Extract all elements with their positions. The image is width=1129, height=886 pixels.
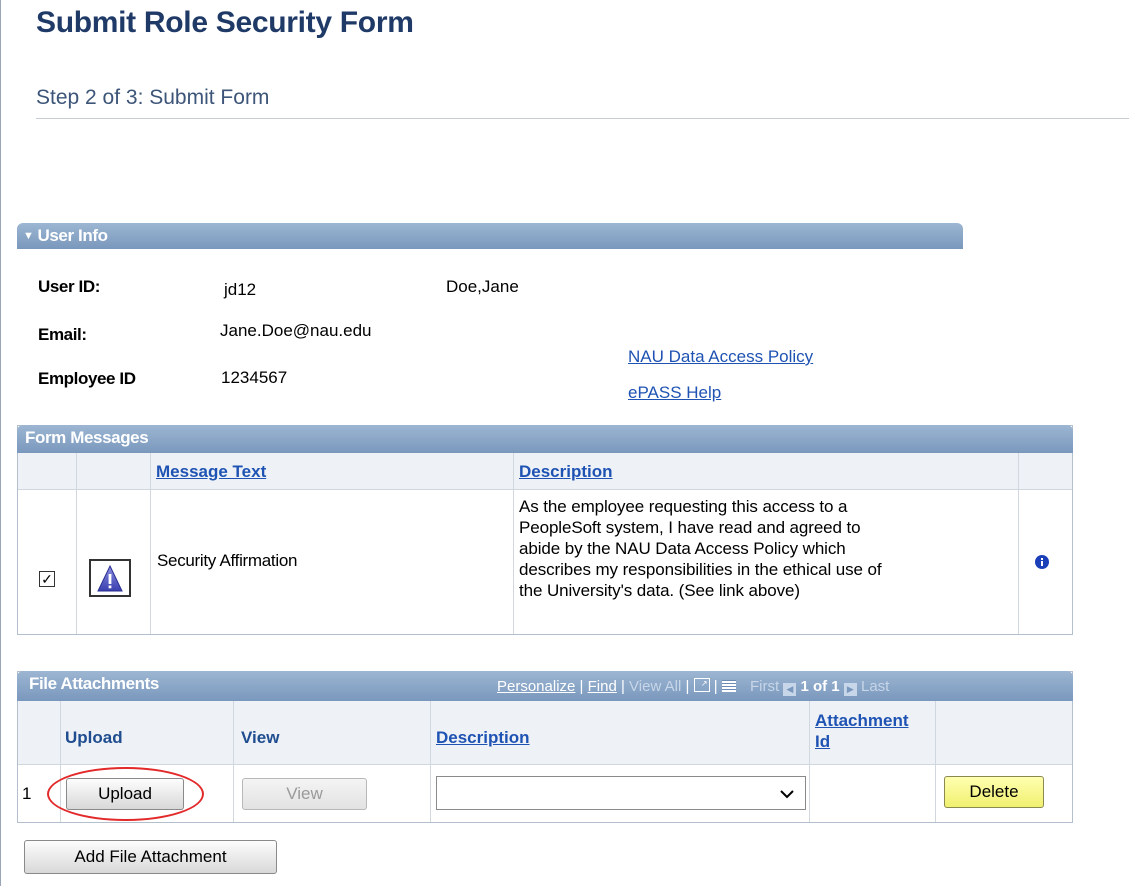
column-divider: [935, 701, 936, 822]
column-divider: [60, 701, 61, 822]
user-id-value: jd12: [224, 280, 257, 299]
column-divider: [513, 453, 514, 634]
column-divider: [150, 453, 151, 634]
zoom-grid-icon[interactable]: ↗: [693, 678, 710, 692]
previous-arrow-icon[interactable]: ◀: [783, 683, 797, 696]
epass-help-link[interactable]: ePASS Help: [628, 383, 721, 403]
personalize-link[interactable]: Personalize: [497, 678, 575, 695]
toolbar-separator: |: [616, 678, 630, 695]
column-divider: [233, 701, 234, 822]
description-column-header[interactable]: Description: [519, 462, 613, 482]
view-button[interactable]: View: [242, 778, 367, 810]
upload-button[interactable]: Upload: [66, 778, 184, 810]
column-divider: [809, 701, 810, 822]
email-value: Jane.Doe@nau.edu: [220, 321, 372, 340]
attachment-description-column-header[interactable]: Description: [436, 728, 530, 748]
step-title: Step 2 of 3: Submit Form: [36, 86, 270, 109]
message-text-column-header[interactable]: Message Text: [156, 462, 266, 482]
description-select[interactable]: [436, 776, 806, 810]
attachment-id-column-header[interactable]: Attachment: [815, 711, 909, 731]
user-info-header-label: User Info: [37, 226, 108, 245]
user-name-value: Doe,Jane: [446, 277, 519, 296]
description-line: abide by the NAU Data Access Policy whic…: [519, 539, 846, 558]
column-divider: [1018, 453, 1019, 634]
column-divider: [76, 453, 77, 634]
email-label: Email:: [38, 325, 87, 344]
page-title: Submit Role Security Form: [36, 6, 414, 39]
user-id-label: User ID:: [38, 277, 100, 296]
find-link[interactable]: Find: [588, 678, 617, 695]
collapse-triangle-icon: ▼: [23, 230, 34, 242]
description-line: PeopleSoft system, I have read and agree…: [519, 518, 861, 537]
attachments-column-row: [18, 701, 1072, 764]
page-left-border: [0, 0, 1, 886]
chevron-down-icon: [780, 790, 794, 799]
row-number: 1: [22, 784, 32, 803]
first-label[interactable]: First: [750, 678, 779, 695]
description-line: As the employee requesting this access t…: [519, 497, 848, 516]
warning-triangle-icon: [97, 564, 123, 592]
view-column-header: View: [241, 728, 280, 747]
delete-button[interactable]: Delete: [944, 776, 1044, 808]
attachment-id-column-header-line2[interactable]: Id: [815, 732, 830, 752]
file-attachments-header-label: File Attachments: [29, 674, 159, 693]
employee-id-label: Employee ID: [38, 369, 136, 388]
record-count: 1 of 1: [800, 678, 840, 695]
grid-toolbar: Personalize | Find | View All | ↗ | Firs…: [497, 678, 889, 696]
next-arrow-icon[interactable]: ▶: [843, 683, 857, 696]
last-label[interactable]: Last: [861, 678, 889, 695]
description-line: describes my responsibilities in the eth…: [519, 560, 882, 579]
row-divider: [18, 489, 1072, 490]
spreadsheet-icon[interactable]: [721, 680, 736, 692]
description-line: the University's data. (See link above): [519, 581, 800, 600]
row-divider: [18, 764, 1072, 765]
form-messages-header: Form Messages: [17, 425, 1073, 453]
data-access-policy-link[interactable]: NAU Data Access Policy: [628, 347, 813, 367]
view-all-link[interactable]: View All: [629, 678, 681, 695]
step-divider: [36, 118, 1129, 119]
info-icon[interactable]: [1035, 555, 1049, 569]
upload-column-header: Upload: [65, 728, 123, 747]
user-info-header[interactable]: ▼ User Info: [17, 223, 963, 249]
toolbar-separator: |: [575, 678, 588, 695]
column-divider: [430, 701, 431, 822]
warning-icon: [89, 559, 131, 597]
affirmation-checkbox[interactable]: ✓: [39, 571, 55, 587]
toolbar-separator: |: [709, 678, 722, 695]
employee-id-value: 1234567: [221, 368, 288, 387]
message-text-cell: Security Affirmation: [157, 551, 298, 570]
add-file-attachment-button[interactable]: Add File Attachment: [24, 840, 277, 874]
toolbar-separator: |: [681, 678, 694, 695]
